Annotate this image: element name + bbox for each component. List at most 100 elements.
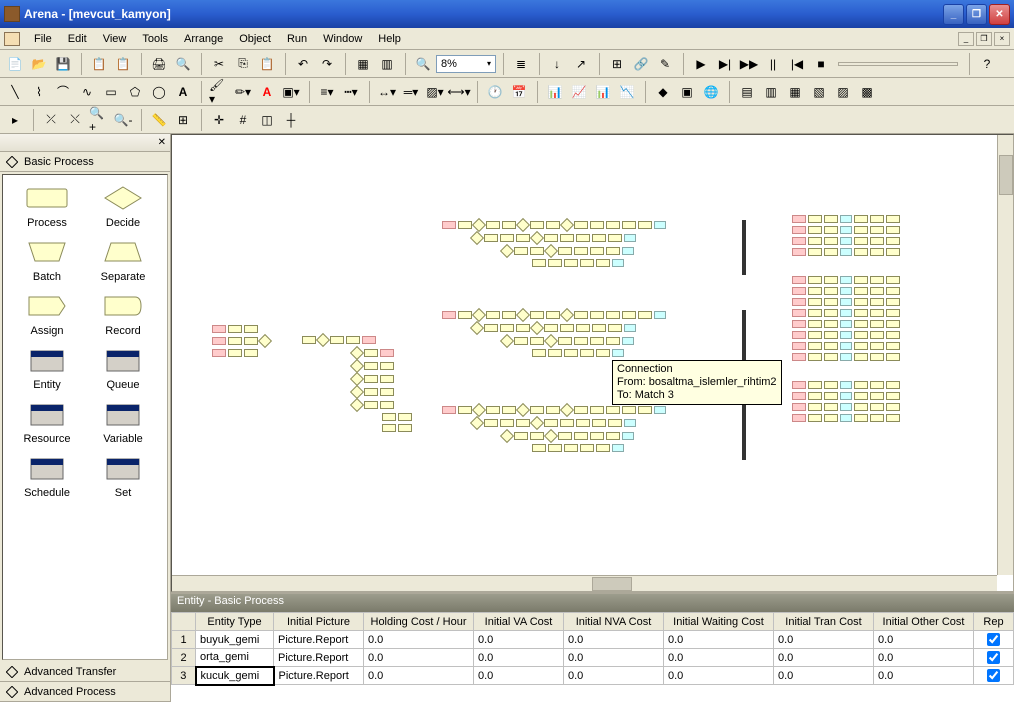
histogram-icon[interactable]: 📊 — [592, 81, 614, 103]
table-row[interactable]: 3 kucuk_gemi Picture.Report 0.0 0.0 0.0 … — [172, 667, 1014, 685]
fast-forward-icon[interactable]: ▶▶ — [738, 53, 760, 75]
cell-tran-cost[interactable]: 0.0 — [774, 667, 874, 685]
copy-icon[interactable]: ⎘ — [232, 53, 254, 75]
open-icon[interactable]: 📂 — [28, 53, 50, 75]
snap-grid-icon[interactable]: # — [232, 109, 254, 131]
menu-window[interactable]: Window — [315, 31, 370, 47]
menu-view[interactable]: View — [95, 31, 135, 47]
stop-icon[interactable]: ■ — [810, 53, 832, 75]
rulers-icon[interactable]: 📏 — [148, 109, 170, 131]
module-schedule[interactable]: Schedule — [11, 453, 83, 499]
clock-icon[interactable]: 🕐 — [484, 81, 506, 103]
redo-icon[interactable]: ↷ — [316, 53, 338, 75]
menu-run[interactable]: Run — [279, 31, 315, 47]
text-icon[interactable]: A — [172, 81, 194, 103]
cell-initial-picture[interactable]: Picture.Report — [274, 631, 364, 649]
fill-color-icon[interactable]: 🖌▾ — [208, 81, 230, 103]
module-queue[interactable]: Queue — [87, 345, 159, 391]
view-tool-a-icon[interactable]: ▤ — [736, 81, 758, 103]
cell-tran-cost[interactable]: 0.0 — [774, 649, 874, 667]
save-icon[interactable]: 💾 — [52, 53, 74, 75]
start-over-icon[interactable]: |◀ — [786, 53, 808, 75]
col-waiting-cost[interactable]: Initial Waiting Cost — [664, 613, 774, 631]
cell-waiting-cost[interactable]: 0.0 — [664, 631, 774, 649]
col-other-cost[interactable]: Initial Other Cost — [874, 613, 974, 631]
module-process[interactable]: Process — [11, 183, 83, 229]
col-nva-cost[interactable]: Initial NVA Cost — [564, 613, 664, 631]
date-icon[interactable]: 📅 — [508, 81, 530, 103]
cell-report[interactable] — [974, 649, 1014, 667]
report-checkbox[interactable] — [987, 651, 1000, 664]
zoom-combo[interactable]: 8% — [436, 55, 496, 73]
glue-icon[interactable]: ◫ — [256, 109, 278, 131]
module-set[interactable]: Set — [87, 453, 159, 499]
layers-icon[interactable]: ≣ — [510, 53, 532, 75]
cell-nva-cost[interactable]: 0.0 — [564, 667, 664, 685]
module-decide[interactable]: Decide — [87, 183, 159, 229]
project-bar-close-icon[interactable]: ✕ — [158, 137, 166, 148]
split-screen-icon[interactable]: ▥ — [376, 53, 398, 75]
grid-icon[interactable]: ⊞ — [172, 109, 194, 131]
zoom-in-icon[interactable]: 🔍+ — [88, 109, 110, 131]
module-assign[interactable]: Assign — [11, 291, 83, 337]
spreadsheet-grid[interactable]: Entity Type Initial Picture Holding Cost… — [171, 612, 1014, 702]
context-help-icon[interactable]: ? — [976, 53, 998, 75]
arc-icon[interactable]: ⌒ — [52, 81, 74, 103]
global-picture-icon[interactable]: 🌐 — [700, 81, 722, 103]
line-width-icon[interactable]: ≡▾ — [316, 81, 338, 103]
line-icon[interactable]: ╲ — [4, 81, 26, 103]
pointer-icon[interactable]: ▸ — [4, 109, 26, 131]
polygon-icon[interactable]: ⬠ — [124, 81, 146, 103]
col-holding-cost[interactable]: Holding Cost / Hour — [364, 613, 474, 631]
editor-icon[interactable]: ✎ — [654, 53, 676, 75]
box-icon[interactable]: ▭ — [100, 81, 122, 103]
cell-holding-cost[interactable]: 0.0 — [364, 631, 474, 649]
menu-help[interactable]: Help — [370, 31, 409, 47]
module-batch[interactable]: Batch — [11, 237, 83, 283]
table-row[interactable]: 2 orta_gemi Picture.Report 0.0 0.0 0.0 0… — [172, 649, 1014, 667]
entity-picture-icon[interactable]: ◆ — [652, 81, 674, 103]
menu-tools[interactable]: Tools — [134, 31, 176, 47]
view-tool-d-icon[interactable]: ▧ — [808, 81, 830, 103]
step-icon[interactable]: ▶| — [714, 53, 736, 75]
mdi-minimize-button[interactable]: _ — [958, 32, 974, 46]
cell-initial-picture[interactable]: Picture.Report — [274, 649, 364, 667]
cell-other-cost[interactable]: 0.0 — [874, 667, 974, 685]
col-report[interactable]: Rep — [974, 613, 1014, 631]
detach-template-icon[interactable]: 📋 — [112, 53, 134, 75]
variable-icon[interactable]: 📊 — [544, 81, 566, 103]
cell-waiting-cost[interactable]: 0.0 — [664, 667, 774, 685]
menu-object[interactable]: Object — [231, 31, 279, 47]
row-number[interactable]: 3 — [172, 667, 196, 685]
panel-advanced-transfer[interactable]: Advanced Transfer — [0, 662, 170, 682]
canvas-scrollbar-horizontal[interactable] — [172, 575, 997, 591]
undo-icon[interactable]: ↶ — [292, 53, 314, 75]
level-icon[interactable]: 📈 — [568, 81, 590, 103]
cell-entity-type[interactable]: orta_gemi — [196, 649, 274, 667]
plot-icon[interactable]: 📉 — [616, 81, 638, 103]
row-number[interactable]: 2 — [172, 649, 196, 667]
module-separate[interactable]: Separate — [87, 237, 159, 283]
view-tool-f-icon[interactable]: ▩ — [856, 81, 878, 103]
print-icon[interactable]: 🖨 — [148, 53, 170, 75]
guides-icon[interactable]: ┼ — [280, 109, 302, 131]
show-dim-icon[interactable]: ⟷▾ — [448, 81, 470, 103]
region-view-icon[interactable]: ▦ — [352, 53, 374, 75]
module-variable[interactable]: Variable — [87, 399, 159, 445]
col-va-cost[interactable]: Initial VA Cost — [474, 613, 564, 631]
cell-nva-cost[interactable]: 0.0 — [564, 631, 664, 649]
table-row[interactable]: 1 buyuk_gemi Picture.Report 0.0 0.0 0.0 … — [172, 631, 1014, 649]
menu-arrange[interactable]: Arrange — [176, 31, 231, 47]
cell-initial-picture[interactable]: Picture.Report — [274, 667, 364, 685]
col-tran-cost[interactable]: Initial Tran Cost — [774, 613, 874, 631]
menu-file[interactable]: File — [26, 31, 60, 47]
cell-holding-cost[interactable]: 0.0 — [364, 649, 474, 667]
mdi-close-button[interactable]: × — [994, 32, 1010, 46]
menu-edit[interactable]: Edit — [60, 31, 95, 47]
report-checkbox[interactable] — [987, 669, 1000, 682]
window-bg-icon[interactable]: ▣▾ — [280, 81, 302, 103]
mdi-restore-button[interactable]: ❐ — [976, 32, 992, 46]
go-icon[interactable]: ▶ — [690, 53, 712, 75]
cell-va-cost[interactable]: 0.0 — [474, 631, 564, 649]
cell-waiting-cost[interactable]: 0.0 — [664, 649, 774, 667]
